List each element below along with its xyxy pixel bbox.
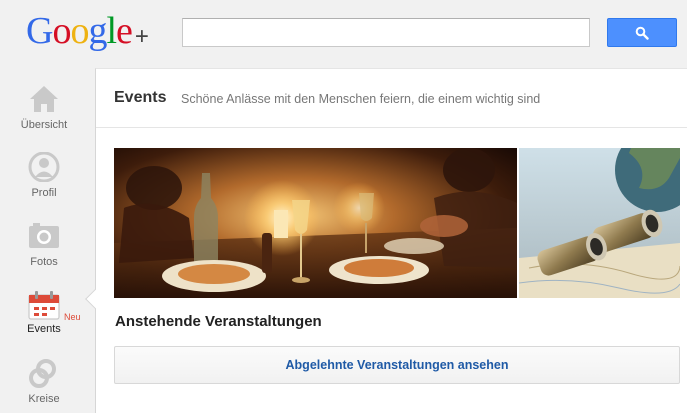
logo-letter: o xyxy=(52,10,71,52)
logo-letter: G xyxy=(26,10,53,52)
search-input[interactable] xyxy=(182,18,590,47)
logo-letter: l xyxy=(106,10,117,52)
search-icon xyxy=(635,26,649,40)
nav-item-label: Events xyxy=(27,323,61,335)
nav-item-fotos[interactable]: Fotos xyxy=(0,221,95,289)
nav-item-kreise[interactable]: Kreise xyxy=(0,358,95,413)
nav-item-label: Kreise xyxy=(28,393,60,405)
dinner-banner-image xyxy=(114,148,517,298)
page-subtitle: Schöne Anlässe mit den Menschen feiern, … xyxy=(181,92,541,106)
view-declined-events-button[interactable]: Abgelehnte Veranstaltungen ansehen xyxy=(114,346,680,384)
camera-icon xyxy=(29,223,59,248)
logo-letter: e xyxy=(116,10,133,52)
calendar-icon xyxy=(28,291,60,320)
google-plus-logo[interactable]: Go o g l e + xyxy=(26,11,149,51)
logo-letter: o xyxy=(70,10,89,52)
new-badge: Neu xyxy=(64,312,81,322)
nav-item-label: Profil xyxy=(31,187,57,199)
nav-item-profil[interactable]: Profil xyxy=(0,152,95,220)
left-navigation: Übersicht Profil Fotos Events Neu Kreise xyxy=(0,68,95,413)
binoculars-banner-image xyxy=(519,148,680,298)
nav-item-label: Fotos xyxy=(30,256,58,268)
profile-icon xyxy=(28,152,60,182)
search-button[interactable] xyxy=(607,18,677,47)
logo-letter: g xyxy=(88,10,107,52)
nav-item-events[interactable]: Events xyxy=(0,290,95,358)
logo-plus: + xyxy=(134,23,149,50)
top-bar: Go o g l e + xyxy=(0,0,687,68)
home-icon xyxy=(30,86,58,112)
page-title: Events xyxy=(114,89,167,106)
upcoming-events-heading: Anstehende Veranstaltungen xyxy=(115,313,322,330)
title-divider xyxy=(96,127,687,128)
nav-item-uebersicht[interactable]: Übersicht xyxy=(0,84,95,152)
nav-item-label: Übersicht xyxy=(20,119,68,131)
circles-icon xyxy=(29,359,56,388)
